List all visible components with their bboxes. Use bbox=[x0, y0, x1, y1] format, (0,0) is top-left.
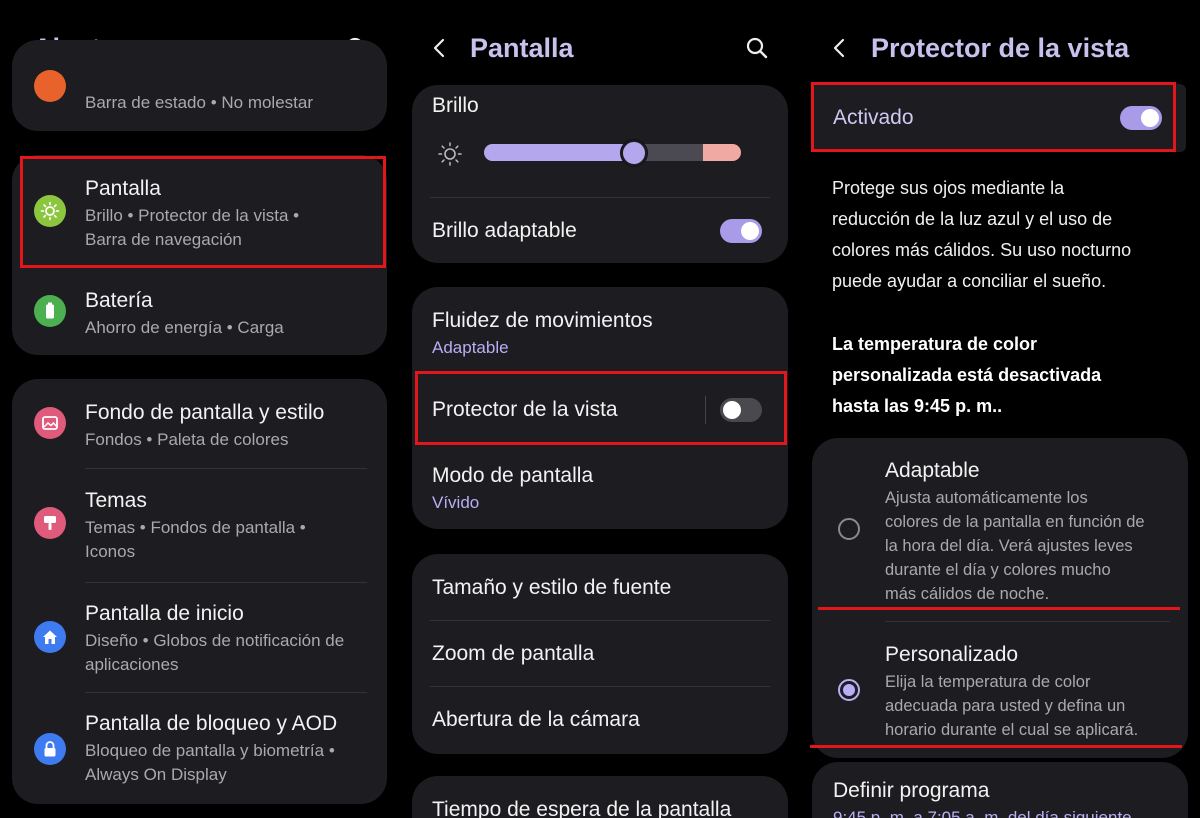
settings-item-temas[interactable]: Temas Temas • Fondos de pantalla • Icono… bbox=[12, 469, 387, 582]
page-title: Pantalla bbox=[470, 33, 574, 63]
notifications-card[interactable]: Barra de estado • No molestar bbox=[12, 40, 387, 131]
highlight-box bbox=[20, 156, 386, 268]
item-sub: Temas • Fondos de pantalla • bbox=[85, 518, 306, 537]
set-schedule-row[interactable]: Definir programa 9:45 p. m. a 7:05 a. m.… bbox=[812, 762, 1188, 818]
option-custom[interactable]: Personalizado Elija la temperatura de co… bbox=[812, 622, 1188, 746]
option-desc: la hora del día. Verá ajustes leves bbox=[885, 537, 1133, 555]
brightness-slider[interactable] bbox=[484, 144, 741, 161]
screen-zoom-label: Zoom de pantalla bbox=[432, 642, 595, 665]
motion-smoothness-row[interactable]: Fluidez de movimientos Adaptable bbox=[412, 287, 788, 367]
back-arrow-icon[interactable] bbox=[428, 36, 452, 60]
option-title: Adaptable bbox=[885, 459, 980, 482]
item-title: Pantalla de bloqueo y AOD bbox=[85, 712, 338, 735]
brightness-fill bbox=[484, 144, 634, 161]
description-line: puede ayudar a conciliar el sueño. bbox=[832, 271, 1107, 291]
custom-radio[interactable] bbox=[838, 679, 860, 701]
wallpaper-icon bbox=[34, 407, 66, 439]
motion-smoothness-label: Fluidez de movimientos bbox=[432, 309, 653, 332]
item-sub: Bloqueo de pantalla y biometría • bbox=[85, 741, 335, 760]
settings-item-fondo[interactable]: Fondo de pantalla y estilo Fondos • Pale… bbox=[12, 379, 387, 469]
item-sub: Ahorro de energía • Carga bbox=[85, 318, 284, 337]
item-sub: Barra de estado • No molestar bbox=[85, 93, 314, 112]
brightness-sun-icon bbox=[438, 142, 462, 166]
adaptive-brightness-toggle[interactable] bbox=[720, 219, 762, 243]
highlight-underline bbox=[818, 607, 1180, 610]
search-icon[interactable] bbox=[746, 37, 768, 59]
description-line: Protege sus ojos mediante la bbox=[832, 178, 1065, 198]
schedule-value: 9:45 p. m. a 7:05 a. m. del día siguient… bbox=[833, 808, 1132, 818]
brightness-thumb[interactable] bbox=[621, 140, 647, 166]
highlight-underline bbox=[810, 745, 1182, 748]
adaptive-brightness-label: Brillo adaptable bbox=[432, 219, 577, 242]
font-zoom-card: Tamaño y estilo de fuente Zoom de pantal… bbox=[412, 554, 788, 754]
settings-item-bateria[interactable]: Batería Ahorro de energía • Carga bbox=[12, 273, 387, 355]
notification-icon bbox=[34, 70, 66, 102]
camera-cutout-row[interactable]: Abertura de la cámara bbox=[412, 687, 788, 754]
item-title: Temas bbox=[85, 489, 147, 512]
settings-item-bloqueo[interactable]: Pantalla de bloqueo y AOD Bloqueo de pan… bbox=[12, 693, 387, 804]
adaptive-brightness-row[interactable]: Brillo adaptable bbox=[412, 198, 788, 263]
notice-line: hasta las 9:45 p. m.. bbox=[832, 396, 1003, 416]
mode-options-card: Adaptable Ajusta automáticamente los col… bbox=[812, 438, 1188, 758]
option-desc: colores de la pantalla en función de bbox=[885, 513, 1145, 531]
adaptive-radio[interactable] bbox=[838, 518, 860, 540]
screen-mode-value: Vívido bbox=[432, 493, 480, 512]
screen-mode-row[interactable]: Modo de pantalla Vívido bbox=[412, 450, 788, 529]
settings-item-inicio[interactable]: Pantalla de inicio Diseño • Globos de no… bbox=[12, 583, 387, 693]
home-icon bbox=[34, 621, 66, 653]
item-sub: Iconos bbox=[85, 542, 136, 561]
page-title: Protector de la vista bbox=[871, 33, 1130, 63]
brightness-card: Brillo Brillo adaptable bbox=[412, 85, 788, 263]
notice-line: personalizada está desactivada bbox=[832, 365, 1102, 385]
item-sub: Diseño • Globos de notificación de bbox=[85, 631, 345, 650]
option-desc: durante el día y colores mucho bbox=[885, 561, 1111, 579]
description-line: reducción de la luz azul y el uso de bbox=[832, 209, 1113, 229]
screen-timeout-label: Tiempo de espera de la pantalla bbox=[432, 798, 732, 818]
brightness-label: Brillo bbox=[432, 94, 479, 117]
settings-panel: Ajustes Barra de estado • No molestar Pa… bbox=[0, 0, 400, 818]
option-desc: Ajusta automáticamente los bbox=[885, 489, 1088, 507]
lock-icon bbox=[34, 733, 66, 765]
camera-cutout-label: Abertura de la cámara bbox=[432, 708, 640, 731]
highlight-box bbox=[415, 371, 787, 445]
theme-brush-icon bbox=[34, 507, 66, 539]
back-arrow-icon[interactable] bbox=[828, 36, 852, 60]
item-sub: Always On Display bbox=[85, 765, 227, 784]
item-sub: Fondos • Paleta de colores bbox=[85, 430, 289, 449]
item-title: Pantalla de inicio bbox=[85, 602, 244, 625]
option-desc: Elija la temperatura de color bbox=[885, 673, 1091, 691]
screen-zoom-row[interactable]: Zoom de pantalla bbox=[412, 621, 788, 686]
option-adaptive[interactable]: Adaptable Ajusta automáticamente los col… bbox=[812, 438, 1188, 608]
schedule-label: Definir programa bbox=[833, 779, 990, 802]
item-sub: aplicaciones bbox=[85, 655, 179, 674]
option-desc: más cálidos de noche. bbox=[885, 585, 1050, 603]
description-line: colores más cálidos. Su uso nocturno bbox=[832, 240, 1132, 260]
battery-icon bbox=[34, 295, 66, 327]
extra-brightness-zone bbox=[703, 144, 741, 161]
font-size-row[interactable]: Tamaño y estilo de fuente bbox=[412, 554, 788, 620]
font-size-label: Tamaño y estilo de fuente bbox=[432, 576, 672, 599]
item-title: Batería bbox=[85, 289, 153, 312]
option-desc: horario durante el cual se aplicará. bbox=[885, 721, 1139, 739]
notice-line: La temperatura de color bbox=[832, 334, 1038, 354]
option-desc: adecuada para usted y defina un bbox=[885, 697, 1126, 715]
motion-smoothness-value: Adaptable bbox=[432, 338, 509, 357]
header: Pantalla bbox=[400, 30, 800, 66]
appearance-card: Fondo de pantalla y estilo Fondos • Pale… bbox=[12, 379, 387, 804]
highlight-box bbox=[811, 82, 1176, 152]
item-title: Fondo de pantalla y estilo bbox=[85, 401, 325, 424]
header: Protector de la vista bbox=[800, 30, 1200, 66]
option-title: Personalizado bbox=[885, 643, 1019, 666]
display-panel: Pantalla Brillo Brillo adaptable Fluidez… bbox=[400, 0, 800, 818]
timeout-card[interactable]: Tiempo de espera de la pantalla bbox=[412, 776, 788, 818]
screen-mode-label: Modo de pantalla bbox=[432, 464, 594, 487]
eye-comfort-panel: Protector de la vista Activado Protege s… bbox=[800, 0, 1200, 818]
